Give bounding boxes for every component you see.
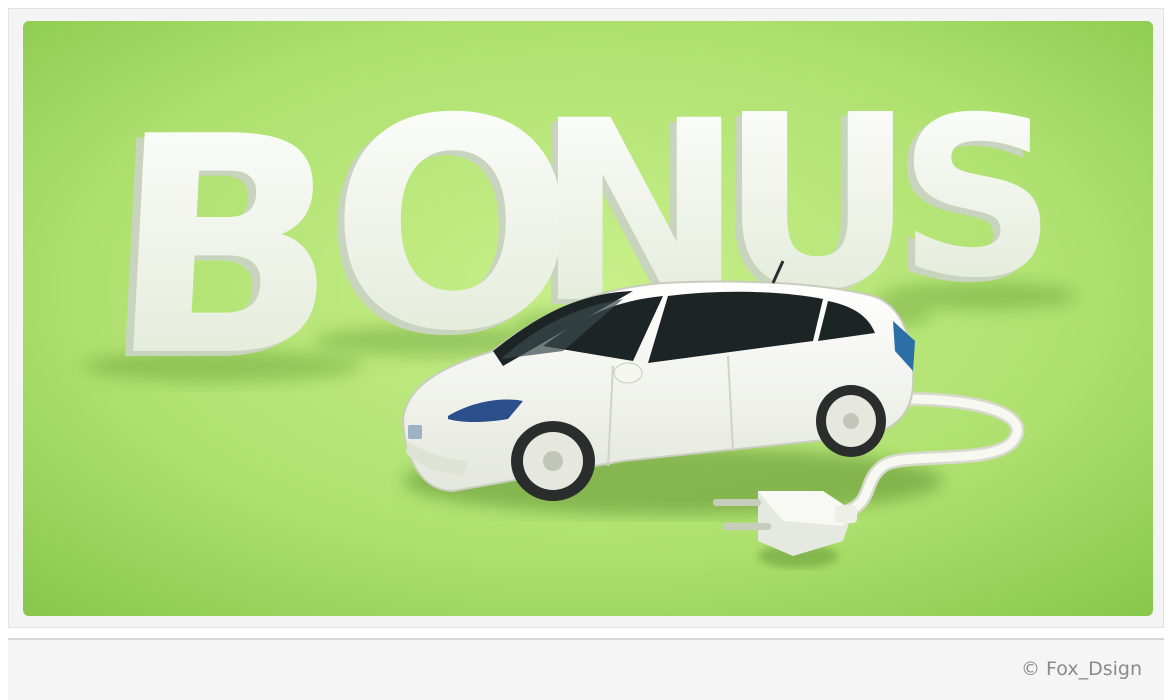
image-credit: © Fox_Dsign [1021, 658, 1142, 680]
letter-s: S [898, 70, 1056, 326]
hero-image: B O N U S B O N U S [23, 21, 1153, 616]
caption-bar: © Fox_Dsign [8, 638, 1164, 700]
bonus-electric-car-illustration: B O N U S B O N U S [23, 21, 1153, 616]
front-wheel [511, 421, 595, 501]
letter-b: B [102, 72, 349, 422]
rear-wheel [816, 385, 886, 457]
image-frame: B O N U S B O N U S [8, 8, 1164, 628]
